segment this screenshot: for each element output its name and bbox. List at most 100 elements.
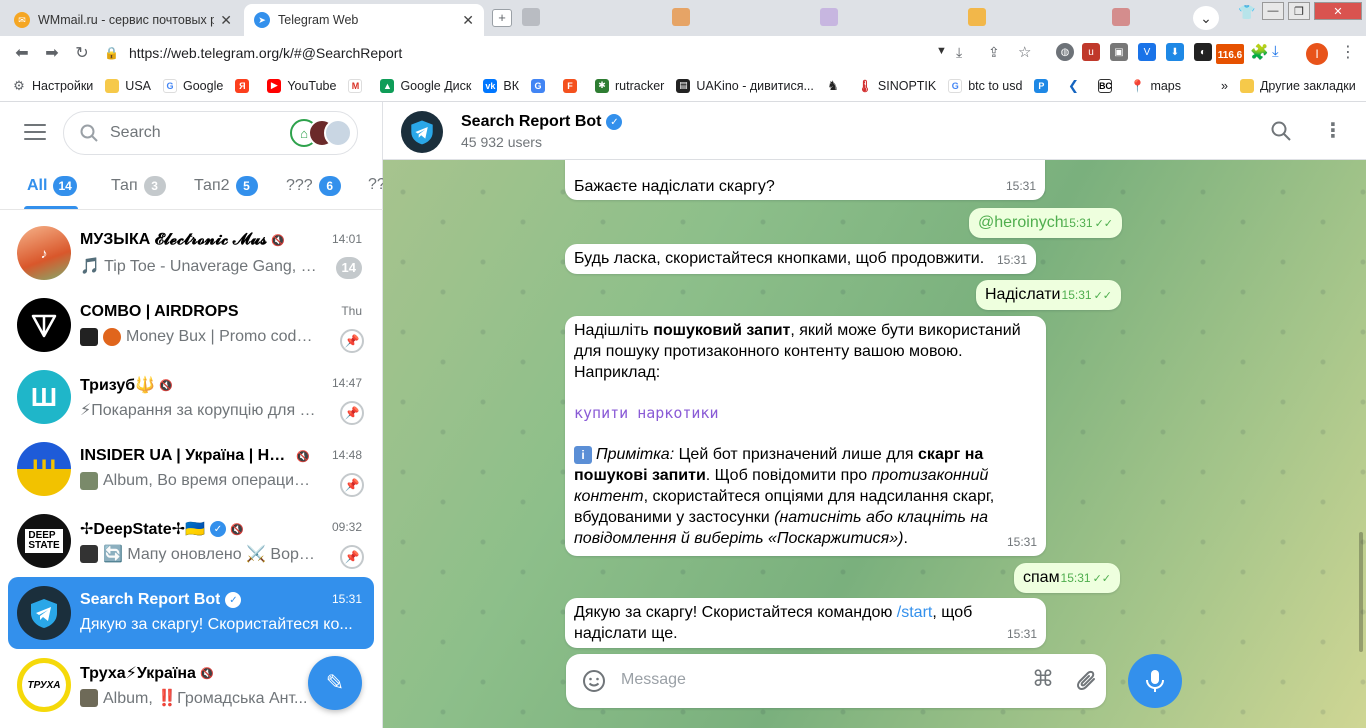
tab-wmmail[interactable]: ✉ WMmail.ru - сервис почтовых рас ✕ (4, 4, 242, 36)
tab-question-2[interactable]: ?? (368, 176, 383, 194)
chat-time: 15:31 (331, 592, 362, 606)
download-extension-icon[interactable]: ⬇ (1166, 43, 1184, 61)
browser-menu-icon[interactable]: ⋮ (1340, 42, 1356, 62)
tab-question[interactable]: ??? 6 (286, 176, 341, 196)
avatar (17, 586, 71, 640)
avatar[interactable] (401, 111, 443, 153)
background-tab[interactable] (672, 8, 690, 26)
chat-list-item[interactable]: Ш INSIDER UA | Україна | Новини🔇 14:48 A… (8, 433, 374, 505)
background-tab[interactable] (1112, 8, 1130, 26)
bookmark-uakino[interactable]: ▤ UAKino - дивитися... (676, 78, 814, 93)
incoming-message[interactable]: Будь ласка, скористайтеся кнопками, щоб … (565, 244, 1036, 274)
bookmark-other[interactable]: Другие закладки (1239, 78, 1356, 93)
bookmark-p[interactable]: P (1034, 78, 1054, 93)
bookmark-google[interactable]: G Google (163, 78, 223, 93)
bookmark-youtube[interactable]: ▶ YouTube (267, 78, 336, 93)
chat-list-sidebar: Search ⌂ All14 Тап3 Тап25 ???6 ?? ♪ МУЗЫ… (0, 102, 383, 728)
chat-list-item-search-report-bot[interactable]: Search Report Bot ✓ 15:31 Дякую за скаргу… (8, 577, 374, 649)
profile-avatar[interactable]: I (1306, 43, 1328, 65)
extension-badge[interactable]: 116.6 (1216, 44, 1244, 64)
story-avatar[interactable] (324, 119, 352, 147)
puzzle-extensions-icon[interactable]: 🧩 (1250, 43, 1269, 61)
search-icon[interactable] (1271, 121, 1291, 144)
outgoing-message[interactable]: Надіслати 15:31 ✓✓ (976, 280, 1121, 310)
chat-list-item[interactable]: Ш Тризуб🔱 🔇 14:47 ⚡Покарання за корупцію … (8, 361, 374, 433)
close-tab-icon[interactable]: ✕ (462, 12, 474, 29)
microphone-button[interactable] (1128, 654, 1182, 708)
chat-list-item[interactable]: ♪ МУЗЫКА 𝓔𝓵𝓮𝓬𝓽𝓻𝓸𝓷𝓲𝓬 𝓜𝓾𝓼 🔇 14:01 🎵 Tip Toe… (8, 217, 374, 289)
emoji-icon[interactable] (582, 669, 606, 696)
incoming-message-instructions[interactable]: Надішліть пошуковий запит, який може бут… (565, 316, 1046, 556)
outgoing-message[interactable]: @heroinych 15:31 ✓✓ (969, 208, 1122, 238)
briefcase-extension-icon[interactable]: ▣ (1110, 43, 1128, 61)
search-input[interactable]: Search ⌂ (63, 111, 358, 155)
attach-paperclip-icon[interactable] (1076, 668, 1098, 695)
new-message-pencil-button[interactable]: ✎ (308, 656, 362, 710)
chat-list-item[interactable]: DEEP STATE ✢DeepState✢🇺🇦 ✓ 🔇 09:32 🔄 Мапу о… (8, 505, 374, 577)
tab-title: WMmail.ru - сервис почтовых рас (38, 13, 215, 27)
bookmark-yandex[interactable]: Я (235, 78, 255, 93)
reload-icon[interactable]: ↻ (70, 42, 94, 64)
incoming-message[interactable]: Бажаєте надіслати скаргу? 15:31 (565, 160, 1045, 200)
download-page-icon[interactable]: ⤓ (956, 44, 962, 61)
dropdown-arrow-icon[interactable]: ▼ (936, 45, 947, 57)
bookmark-settings[interactable]: ⚙ Настройки (12, 78, 93, 93)
chat-list-item[interactable]: COMBO | AIRDROPS Thu Money Bux | Promo c… (8, 289, 374, 361)
chat-scrollbar[interactable] (1359, 532, 1363, 652)
message-composer[interactable]: Message ⌘ (566, 654, 1106, 708)
bookmark-gmail[interactable]: M (348, 78, 368, 93)
minimize-window-button[interactable]: — (1262, 2, 1284, 20)
downloads-icon[interactable]: ⤓ (1272, 43, 1279, 60)
chat-title: Труха⚡Україна 🔇 (80, 665, 214, 682)
share-icon[interactable]: ⇪ (988, 44, 1000, 61)
bookmark-rutracker[interactable]: ✱ rutracker (595, 78, 664, 93)
bookmark-vk[interactable]: vk ВК (483, 78, 519, 93)
chat-preview: Album, Во время операции "Д... (80, 472, 318, 490)
more-options-icon[interactable]: ⋮ (1323, 118, 1343, 143)
bookmark-btc-to-usd[interactable]: Gbtc to usd (948, 78, 1022, 93)
back-arrow-icon[interactable]: ⬅ (10, 42, 34, 64)
bookmark-sinoptik[interactable]: 🌡 SINOPTIK (857, 79, 936, 93)
background-tab[interactable] (968, 8, 986, 26)
bookmark-chess[interactable]: ♞ (826, 78, 846, 93)
outgoing-message[interactable]: спам 15:31 ✓✓ (1014, 563, 1120, 593)
message-input[interactable]: Message (621, 671, 686, 689)
bookmark-arrow[interactable]: ❮ (1066, 78, 1086, 93)
new-tab-icon[interactable]: + (492, 9, 512, 27)
tab-tap[interactable]: Тап 3 (111, 176, 166, 196)
bookmark-bc[interactable]: BC (1098, 78, 1118, 93)
bookmark-star-icon[interactable]: ☆ (1018, 43, 1031, 61)
incoming-message[interactable]: Дякую за скаргу! Скористайтеся командою … (565, 598, 1046, 648)
bookmarks-more[interactable]: » (1221, 79, 1228, 93)
bookmark-translate[interactable]: G (531, 78, 551, 93)
folder-icon (1239, 78, 1254, 93)
background-tab[interactable] (820, 8, 838, 26)
chat-header[interactable]: Search Report Bot ✓ 45 932 users ⋮ (383, 102, 1366, 160)
command-icon[interactable]: ⌘ (1032, 666, 1054, 692)
ublock-extension-icon[interactable]: u (1082, 43, 1100, 61)
v-extension-icon[interactable]: V (1138, 43, 1156, 61)
tab-all[interactable]: All 14 (27, 176, 77, 196)
globe-extension-icon[interactable]: ◍ (1056, 43, 1074, 61)
bookmark-f[interactable]: F (563, 78, 583, 93)
close-tab-icon[interactable]: ✕ (220, 12, 232, 29)
tab-search-chevron-down-icon[interactable]: ⌄ (1193, 6, 1219, 30)
bookmark-google-drive[interactable]: ▲ Google Диск (380, 78, 471, 93)
background-tab[interactable] (522, 8, 540, 26)
forward-arrow-icon[interactable]: ➡ (40, 42, 64, 64)
chat-time: 14:48 (331, 448, 362, 462)
dark-extension-icon[interactable]: ◐ (1194, 43, 1212, 61)
youtube-icon: ▶ (267, 78, 282, 93)
bookmark-maps[interactable]: 📍 maps (1130, 79, 1181, 93)
tab-telegram-web[interactable]: ➤ Telegram Web ✕ (244, 4, 484, 36)
profile-shirt-icon[interactable]: 👕 (1238, 4, 1255, 21)
close-window-button[interactable]: ✕ (1314, 2, 1362, 20)
url-field[interactable]: 🔒 https://web.telegram.org/k/#@SearchRep… (104, 39, 954, 67)
tab-tap2[interactable]: Тап2 5 (194, 176, 258, 196)
hamburger-menu-icon[interactable] (24, 124, 46, 140)
start-command-link[interactable]: /start (897, 604, 933, 621)
maximize-window-button[interactable]: ❐ (1288, 2, 1310, 20)
bookmark-usa[interactable]: USA (105, 78, 151, 93)
muted-icon: 🔇 (271, 234, 285, 247)
avatar (17, 298, 71, 352)
